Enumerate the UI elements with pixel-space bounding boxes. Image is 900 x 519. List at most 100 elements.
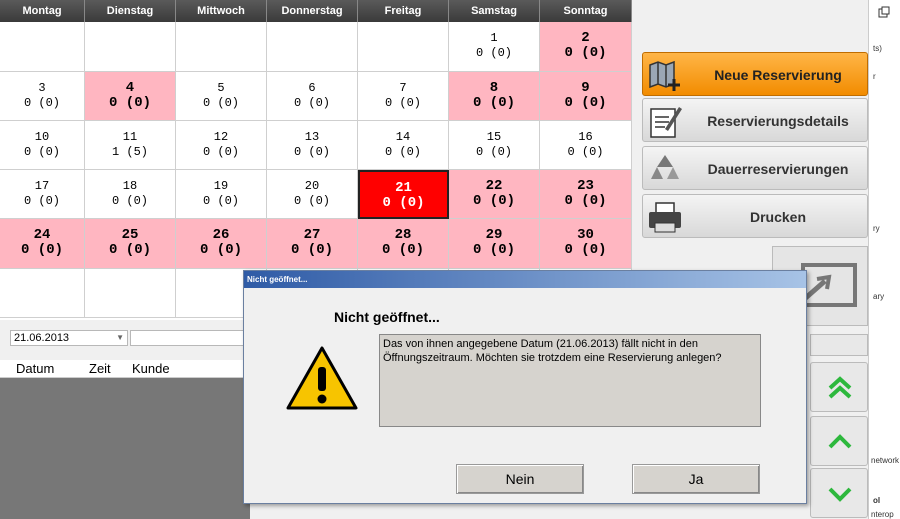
calendar-day-cell[interactable]: 15 0 (0)	[449, 121, 540, 170]
panel-text: ry	[873, 224, 880, 233]
print-button[interactable]: Drucken	[642, 194, 868, 238]
calendar-day-cell[interactable]: 30 (0)	[0, 72, 85, 121]
double-chevron-up-icon	[828, 376, 852, 399]
reservation-count: 0 (0)	[202, 194, 239, 208]
panel-text: network	[871, 456, 900, 465]
reservation-count: 0 (0)	[290, 242, 333, 258]
day-number: 16	[578, 130, 593, 144]
calendar-day-cell[interactable]: 22 0 (0)	[449, 170, 540, 219]
calendar-day-cell[interactable]: 12 0 (0)	[176, 121, 267, 170]
calendar-day-cell[interactable]: 10 0 (0)	[0, 121, 85, 170]
calendar-day-cell[interactable]: 30 0 (0)	[540, 219, 632, 269]
panel-text: ts)	[873, 44, 882, 53]
calendar-day-cell[interactable]: 80 (0)	[449, 72, 540, 121]
panel-text: r	[873, 72, 876, 81]
calendar-day-cell[interactable]: 27 0 (0)	[267, 219, 358, 269]
calendar-day-cell[interactable]: 21 0 (0)	[358, 170, 449, 219]
calendar-day-cell[interactable]: 20 (0)	[540, 22, 632, 72]
day-number: 8	[489, 80, 499, 96]
reservation-count: 0 (0)	[293, 145, 330, 159]
reservation-count: 0 (0)	[384, 96, 421, 110]
calendar-day-cell[interactable]	[358, 22, 449, 72]
no-button[interactable]: Nein	[456, 464, 584, 494]
calendar-day-cell[interactable]: 25 0 (0)	[85, 219, 176, 269]
reservation-count: 0 (0)	[564, 242, 607, 258]
recycle-icon	[651, 155, 679, 179]
day-number: 19	[213, 179, 229, 193]
calendar-day-cell[interactable]	[0, 269, 85, 318]
calendar-day-cell[interactable]: 17 0 (0)	[0, 170, 85, 219]
yes-button[interactable]: Ja	[632, 464, 760, 494]
calendar-day-cell[interactable]: 90 (0)	[540, 72, 632, 121]
calendar-day-cell[interactable]: 60 (0)	[267, 72, 358, 121]
day-number: 30	[577, 227, 594, 243]
reservation-count: 0 (0)	[293, 194, 330, 208]
reservation-count: 0 (0)	[199, 242, 242, 258]
new-reservation-label: Neue Reservierung	[714, 67, 842, 83]
calendar-day-cell[interactable]: 29 0 (0)	[449, 219, 540, 269]
calendar-day-cell[interactable]	[0, 22, 85, 72]
day-number: 2	[581, 30, 590, 46]
calendar-day-cell[interactable]: 16 0 (0)	[540, 121, 632, 170]
reservation-count: 0 (0)	[475, 46, 512, 60]
calendar-day-cell[interactable]	[176, 22, 267, 72]
day-number: 18	[122, 179, 138, 193]
calendar-day-cell[interactable]	[85, 22, 176, 72]
reservation-count: 0 (0)	[564, 95, 607, 111]
warning-icon	[286, 346, 358, 410]
calendar-day-cell[interactable]: 23 0 (0)	[540, 170, 632, 219]
calendar-day-cell[interactable]: 13 0 (0)	[267, 121, 358, 170]
day-number: 9	[581, 80, 590, 96]
scroll-up-button[interactable]	[810, 416, 868, 466]
calendar-day-cell[interactable]: 50 (0)	[176, 72, 267, 121]
chevron-down-icon[interactable]: ▼	[116, 331, 124, 345]
reservation-list-header: Datum Zeit Kunde	[0, 360, 250, 378]
calendar-day-cell[interactable]: 24 0 (0)	[0, 219, 85, 269]
day-number: 11	[122, 130, 138, 144]
reservation-list[interactable]	[0, 378, 250, 519]
weekday-header: Mittwoch	[176, 0, 267, 22]
calendar-day-cell[interactable]: 10 (0)	[449, 22, 540, 72]
column-time[interactable]: Zeit	[89, 361, 111, 376]
chevron-down-icon	[828, 487, 852, 502]
calendar-day-cell[interactable]	[85, 269, 176, 318]
day-number: 29	[485, 227, 503, 243]
day-number: 13	[304, 130, 320, 144]
side-panel: ts) r ry ary network ol nterop	[868, 0, 900, 519]
day-number: 5	[217, 81, 225, 95]
calendar-day-cell[interactable]: 11 1 (5)	[85, 121, 176, 170]
filter-field[interactable]	[130, 330, 250, 346]
calendar-day-cell[interactable]: 70 (0)	[358, 72, 449, 121]
new-reservation-button[interactable]: Neue Reservierung	[642, 52, 868, 96]
day-number: 20	[304, 179, 320, 193]
day-number: 1	[490, 31, 498, 45]
recurring-reservations-button[interactable]: Dauerreservierungen	[642, 146, 868, 190]
date-picker[interactable]: 21.06.2013 ▼	[10, 330, 128, 346]
day-number: 12	[213, 130, 229, 144]
calendar-day-cell[interactable]: 14 0 (0)	[358, 121, 449, 170]
day-number: 28	[394, 227, 412, 243]
calendar-day-cell[interactable]: 18 0 (0)	[85, 170, 176, 219]
scroll-down-button[interactable]	[810, 468, 868, 518]
calendar-day-cell[interactable]: 19 0 (0)	[176, 170, 267, 219]
reservation-count: 0 (0)	[23, 145, 60, 159]
reservation-count: 0 (0)	[202, 96, 239, 110]
day-number: 22	[485, 178, 503, 194]
calendar-day-cell[interactable]: 28 0 (0)	[358, 219, 449, 269]
scroll-top-button[interactable]	[810, 362, 868, 412]
day-number: 6	[308, 81, 316, 95]
day-number: 10	[34, 130, 50, 144]
day-number: 7	[399, 81, 407, 95]
calendar-day-cell[interactable]: 20 0 (0)	[267, 170, 358, 219]
calendar-day-cell[interactable]	[267, 22, 358, 72]
calendar-day-cell[interactable]: 40 (0)	[85, 72, 176, 121]
reservation-details-button[interactable]: Reservierungsdetails	[642, 98, 868, 142]
column-customer[interactable]: Kunde	[132, 361, 170, 376]
column-date[interactable]: Datum	[16, 361, 54, 376]
calendar-day-cell[interactable]: 26 0 (0)	[176, 219, 267, 269]
map-add-icon	[649, 60, 680, 91]
day-number: 25	[121, 227, 139, 243]
window-icon[interactable]	[878, 6, 890, 18]
reservation-count: 0 (0)	[472, 242, 515, 258]
reservation-count: 0 (0)	[472, 95, 515, 111]
